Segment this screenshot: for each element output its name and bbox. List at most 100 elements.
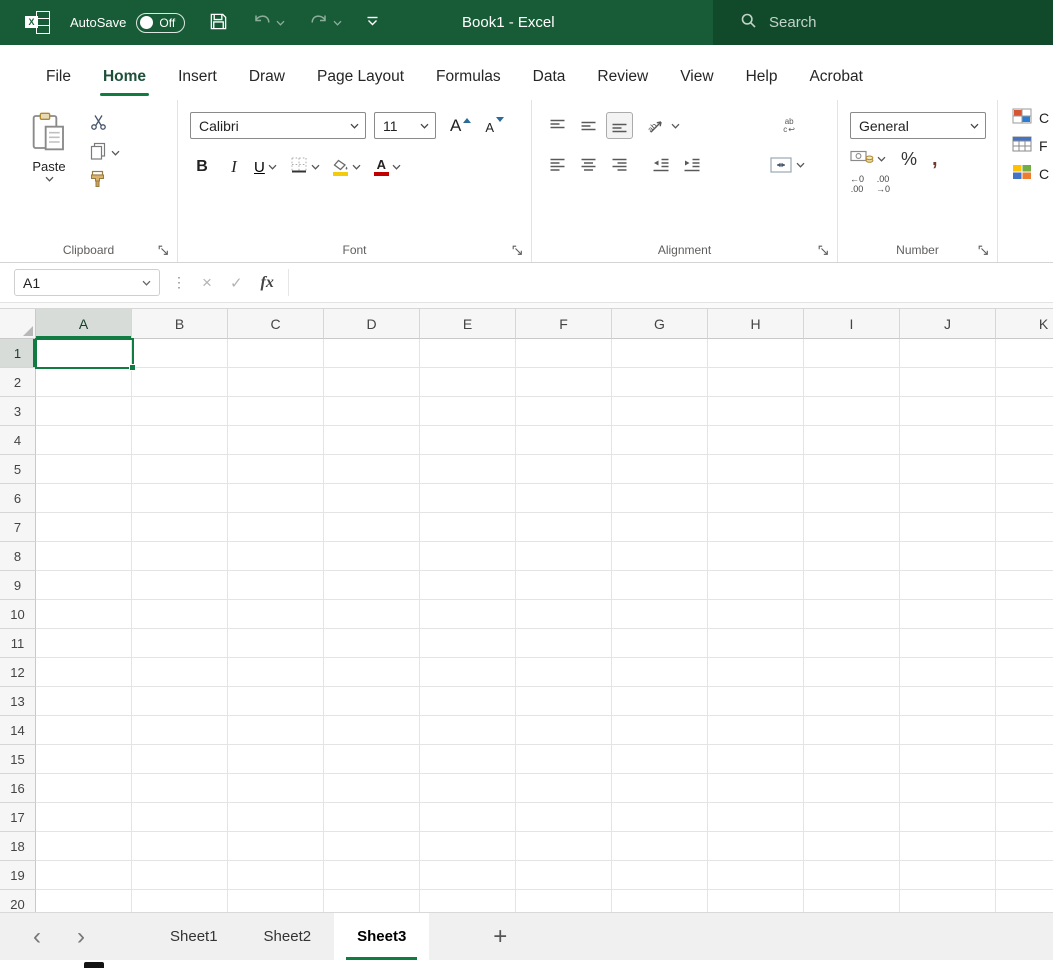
number-format-combobox[interactable]: General: [850, 112, 986, 139]
cell-K4[interactable]: [996, 426, 1053, 455]
tab-home[interactable]: Home: [87, 58, 162, 100]
cell-E12[interactable]: [420, 658, 516, 687]
insert-function-button[interactable]: fx: [261, 274, 274, 292]
alignment-dialog-launcher[interactable]: [818, 245, 829, 256]
cell-I5[interactable]: [804, 455, 900, 484]
column-header-J[interactable]: J: [900, 309, 996, 339]
row-header-17[interactable]: 17: [0, 803, 36, 832]
save-button[interactable]: [209, 12, 228, 34]
row-header-10[interactable]: 10: [0, 600, 36, 629]
cell-D4[interactable]: [324, 426, 420, 455]
cell-F12[interactable]: [516, 658, 612, 687]
cell-C11[interactable]: [228, 629, 324, 658]
cell-H7[interactable]: [708, 513, 804, 542]
top-align-button[interactable]: [544, 112, 571, 139]
column-header-A[interactable]: A: [36, 309, 132, 339]
cell-K20[interactable]: [996, 890, 1053, 912]
cell-K5[interactable]: [996, 455, 1053, 484]
cell-C6[interactable]: [228, 484, 324, 513]
cell-B7[interactable]: [132, 513, 228, 542]
cell-J1[interactable]: [900, 339, 996, 368]
cell-F16[interactable]: [516, 774, 612, 803]
tab-insert[interactable]: Insert: [162, 58, 233, 100]
center-button[interactable]: [575, 151, 602, 178]
cell-I11[interactable]: [804, 629, 900, 658]
paste-dropdown-chevron-icon[interactable]: [45, 176, 54, 182]
cell-H9[interactable]: [708, 571, 804, 600]
cell-F9[interactable]: [516, 571, 612, 600]
fill-color-dropdown-chevron-icon[interactable]: [352, 164, 361, 170]
cell-I15[interactable]: [804, 745, 900, 774]
cell-A7[interactable]: [36, 513, 132, 542]
cell-C18[interactable]: [228, 832, 324, 861]
row-header-19[interactable]: 19: [0, 861, 36, 890]
italic-button[interactable]: I: [222, 154, 246, 180]
cell-H20[interactable]: [708, 890, 804, 912]
cell-E10[interactable]: [420, 600, 516, 629]
cell-A8[interactable]: [36, 542, 132, 571]
cell-F10[interactable]: [516, 600, 612, 629]
cell-A17[interactable]: [36, 803, 132, 832]
cell-J9[interactable]: [900, 571, 996, 600]
row-header-16[interactable]: 16: [0, 774, 36, 803]
align-right-button[interactable]: [606, 151, 633, 178]
cell-D11[interactable]: [324, 629, 420, 658]
cell-A3[interactable]: [36, 397, 132, 426]
cell-A4[interactable]: [36, 426, 132, 455]
cell-K11[interactable]: [996, 629, 1053, 658]
cell-B11[interactable]: [132, 629, 228, 658]
cell-F19[interactable]: [516, 861, 612, 890]
column-header-F[interactable]: F: [516, 309, 612, 339]
cell-I9[interactable]: [804, 571, 900, 600]
quick-access-customize-button[interactable]: [366, 14, 379, 32]
font-color-dropdown-chevron-icon[interactable]: [392, 164, 401, 170]
cell-J2[interactable]: [900, 368, 996, 397]
cell-G8[interactable]: [612, 542, 708, 571]
cell-H11[interactable]: [708, 629, 804, 658]
cell-B16[interactable]: [132, 774, 228, 803]
cell-E13[interactable]: [420, 687, 516, 716]
tab-page-layout[interactable]: Page Layout: [301, 58, 420, 100]
cell-D6[interactable]: [324, 484, 420, 513]
cell-G3[interactable]: [612, 397, 708, 426]
cell-B14[interactable]: [132, 716, 228, 745]
cell-D1[interactable]: [324, 339, 420, 368]
name-box-chevron-icon[interactable]: [142, 280, 151, 286]
cell-D12[interactable]: [324, 658, 420, 687]
cell-C4[interactable]: [228, 426, 324, 455]
cell-A5[interactable]: [36, 455, 132, 484]
row-header-14[interactable]: 14: [0, 716, 36, 745]
cell-J15[interactable]: [900, 745, 996, 774]
cell-H3[interactable]: [708, 397, 804, 426]
fill-handle[interactable]: [129, 364, 136, 371]
orientation-button[interactable]: ab: [647, 116, 680, 136]
cell-D16[interactable]: [324, 774, 420, 803]
cell-J16[interactable]: [900, 774, 996, 803]
row-header-2[interactable]: 2: [0, 368, 36, 397]
cell-E18[interactable]: [420, 832, 516, 861]
redo-button[interactable]: [309, 12, 342, 33]
cell-J4[interactable]: [900, 426, 996, 455]
borders-button[interactable]: [290, 156, 320, 179]
cell-E14[interactable]: [420, 716, 516, 745]
cell-C2[interactable]: [228, 368, 324, 397]
cell-K7[interactable]: [996, 513, 1053, 542]
cell-G16[interactable]: [612, 774, 708, 803]
cell-C19[interactable]: [228, 861, 324, 890]
cell-J3[interactable]: [900, 397, 996, 426]
cell-K8[interactable]: [996, 542, 1053, 571]
cell-A19[interactable]: [36, 861, 132, 890]
tab-file[interactable]: File: [30, 58, 87, 100]
decrease-decimal-button[interactable]: .00 →0: [876, 175, 890, 194]
cell-B4[interactable]: [132, 426, 228, 455]
underline-button[interactable]: U: [254, 159, 277, 176]
cell-K16[interactable]: [996, 774, 1053, 803]
cell-I4[interactable]: [804, 426, 900, 455]
cell-C17[interactable]: [228, 803, 324, 832]
cell-E20[interactable]: [420, 890, 516, 912]
cell-F7[interactable]: [516, 513, 612, 542]
cell-C20[interactable]: [228, 890, 324, 912]
cell-B1[interactable]: [132, 339, 228, 368]
cell-I12[interactable]: [804, 658, 900, 687]
formula-input[interactable]: [288, 269, 1053, 296]
